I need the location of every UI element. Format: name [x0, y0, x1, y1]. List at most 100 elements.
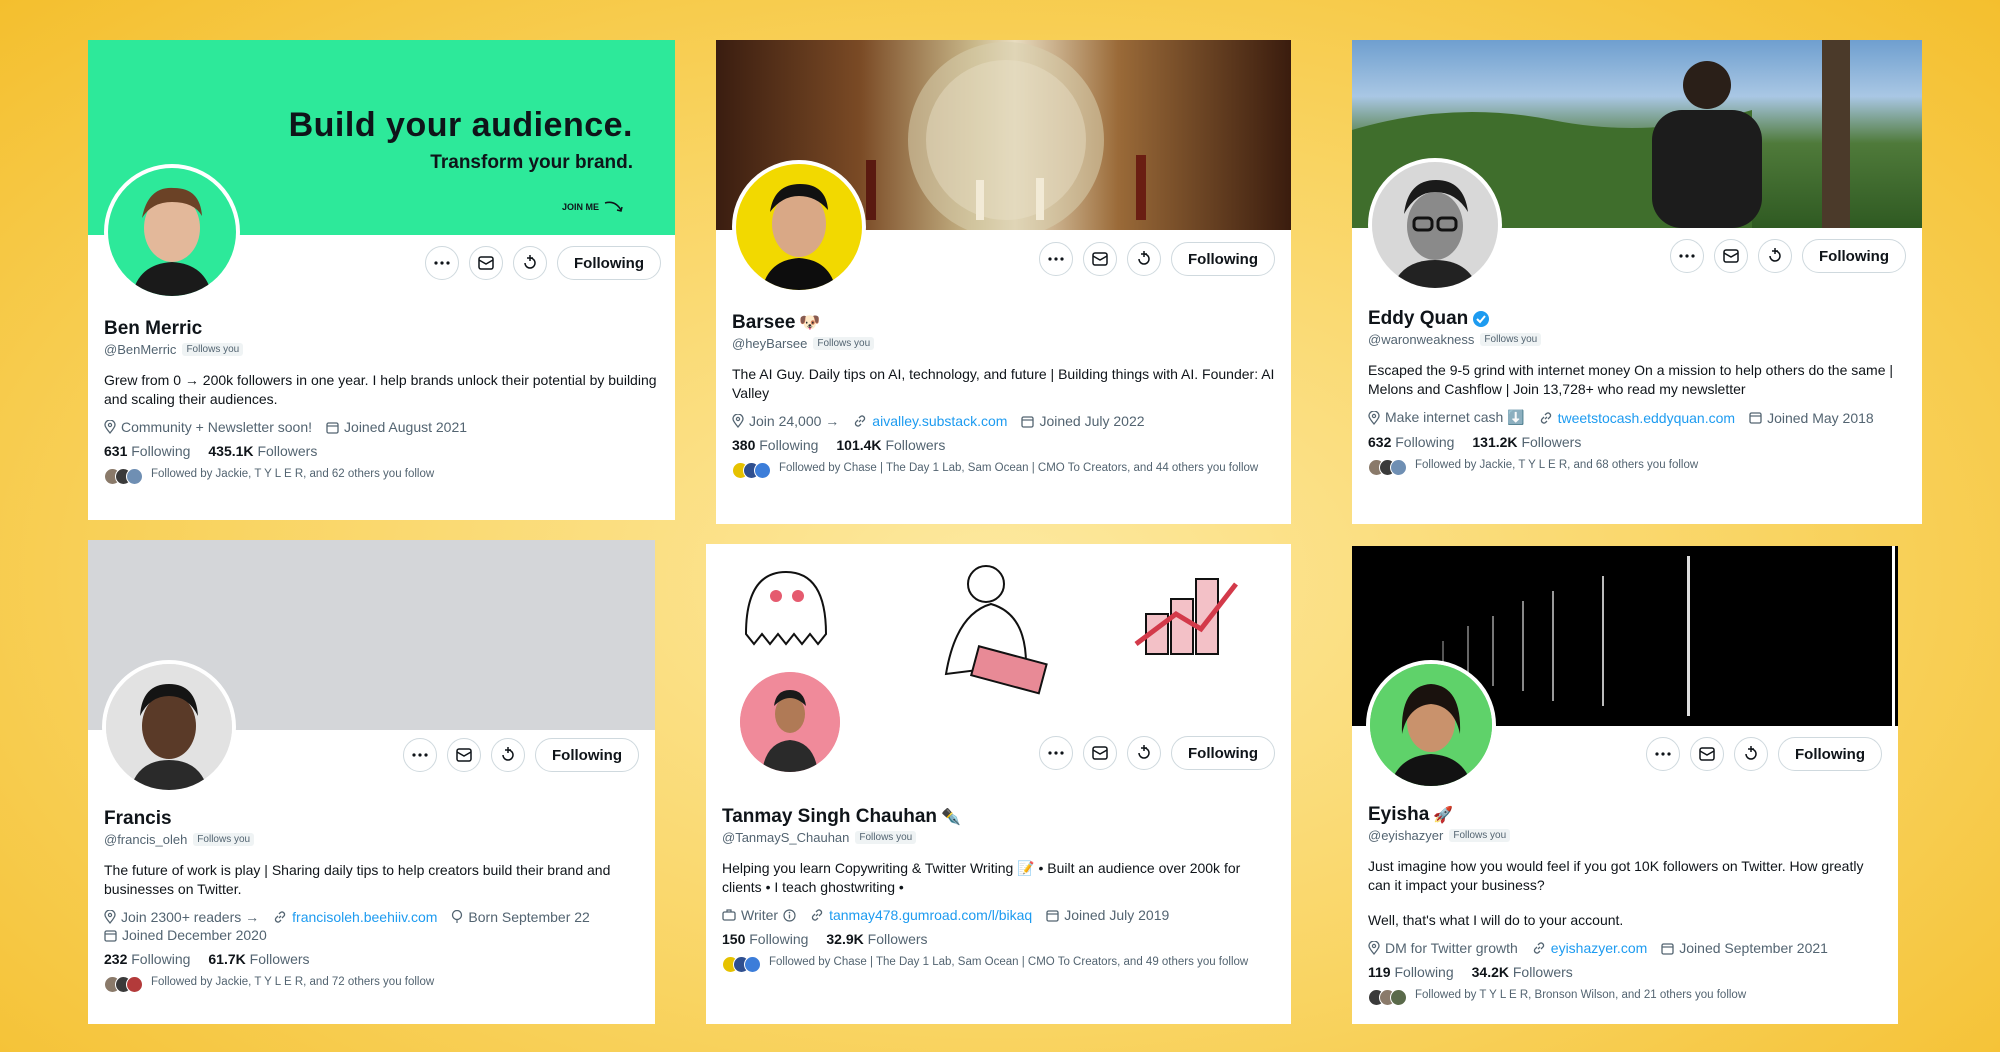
following-button[interactable]: Following [557, 246, 661, 280]
briefcase-icon [722, 909, 736, 921]
meta-website[interactable]: tweetstocash.eddyquan.com [1539, 409, 1735, 426]
more-button[interactable] [1039, 242, 1074, 276]
message-button[interactable] [469, 246, 504, 280]
meta-website[interactable]: tanmay478.gumroad.com/l/bikaq [810, 907, 1032, 923]
profile-body: Eyisha 🚀 @eyishazyer Follows you Just imag… [1368, 804, 1882, 1006]
info-icon[interactable] [783, 908, 796, 922]
follow-stats: 632 Following 131.2K Followers [1368, 434, 1906, 450]
profile-actions: Following [403, 738, 639, 772]
message-button[interactable] [1083, 736, 1118, 770]
following-stat[interactable]: 232 Following [104, 951, 190, 967]
link-icon [855, 415, 866, 427]
handle[interactable]: @heyBarsee [732, 336, 807, 351]
avatar[interactable] [1366, 660, 1496, 790]
following-button[interactable]: Following [1778, 737, 1882, 771]
meta-joined: Joined August 2021 [326, 419, 467, 435]
message-icon [456, 748, 472, 762]
following-stat[interactable]: 631 Following [104, 443, 190, 459]
subscribe-button[interactable] [1758, 239, 1793, 273]
followed-by[interactable]: Followed by Chase | The Day 1 Lab, Sam O… [722, 955, 1275, 973]
more-button[interactable] [403, 738, 438, 772]
profile-body: Barsee 🐶 @heyBarsee Follows you The AI Guy… [732, 312, 1275, 479]
handle[interactable]: @waronweakness [1368, 332, 1474, 347]
following-stat[interactable]: 150 Following [722, 931, 808, 947]
followed-by[interactable]: Followed by Jackie, T Y L E R, and 68 ot… [1368, 458, 1906, 476]
calendar-icon [1749, 412, 1762, 424]
following-button[interactable]: Following [1171, 242, 1275, 276]
profile-card-tanmay: Following Tanmay Singh Chauhan ✒️ @Tanmay… [706, 544, 1291, 1024]
dog-emoji-icon: 🐶 [799, 313, 821, 332]
calendar-icon [1021, 415, 1035, 428]
banner-cta: JOIN ME [562, 200, 625, 214]
message-button[interactable] [447, 738, 482, 772]
avatar[interactable] [732, 160, 866, 294]
display-name: Barsee 🐶 [732, 312, 821, 333]
bio: Just imagine how you would feel if you g… [1368, 858, 1864, 893]
handle[interactable]: @francis_oleh [104, 832, 187, 847]
location-pin-icon [104, 910, 116, 924]
banner-title: Build your audience. [288, 106, 633, 144]
subscribe-button[interactable] [491, 738, 526, 772]
handle[interactable]: @eyishazyer [1368, 828, 1443, 843]
subscribe-button[interactable] [1127, 242, 1162, 276]
avatar[interactable] [736, 668, 844, 776]
follower-avatars [722, 956, 761, 973]
avatar[interactable] [1368, 158, 1502, 292]
followed-by[interactable]: Followed by Chase | The Day 1 Lab, Sam O… [732, 461, 1275, 479]
avatar-portrait [106, 664, 232, 790]
calendar-icon [326, 421, 339, 434]
follow-stats: 232 Following 61.7K Followers [104, 951, 639, 967]
followers-stat[interactable]: 101.4K Followers [836, 437, 945, 453]
meta-website[interactable]: aivalley.substack.com [853, 413, 1007, 429]
meta-website[interactable]: francisoleh.beehiiv.com [273, 909, 437, 925]
more-button[interactable] [425, 246, 460, 280]
subscribe-icon [1745, 746, 1757, 760]
message-button[interactable] [1714, 239, 1749, 273]
followers-stat[interactable]: 34.2K Followers [1472, 964, 1573, 980]
followers-stat[interactable]: 131.2K Followers [1472, 434, 1581, 450]
link-icon [275, 911, 286, 923]
meta-location: Community + Newsletter soon! [104, 419, 312, 435]
display-name: Eddy Quan [1368, 308, 1906, 330]
profile-body: Francis @francis_oleh Follows you The fut… [104, 808, 639, 993]
more-button[interactable] [1039, 736, 1074, 770]
subscribe-icon [524, 255, 536, 269]
message-button[interactable] [1083, 242, 1118, 276]
subscribe-button[interactable] [513, 246, 548, 280]
more-button[interactable] [1646, 737, 1681, 771]
followers-stat[interactable]: 435.1K Followers [208, 443, 317, 459]
profile-actions: Following [1039, 736, 1275, 770]
follower-avatars [104, 976, 143, 993]
handle[interactable]: @BenMerric [104, 342, 176, 357]
display-name: Tanmay Singh Chauhan ✒️ [722, 806, 961, 827]
following-stat[interactable]: 632 Following [1368, 434, 1454, 450]
followed-by[interactable]: Followed by Jackie, T Y L E R, and 72 ot… [104, 975, 639, 993]
meta-location: Join 24,000 → [732, 413, 839, 429]
following-stat[interactable]: 380 Following [732, 437, 818, 453]
following-button[interactable]: Following [1802, 239, 1906, 273]
follower-avatars [732, 462, 771, 479]
followed-by[interactable]: Followed by T Y L E R, Bronson Wilson, a… [1368, 988, 1882, 1006]
profile-meta: Writer tanmay478.gumroad.com/l/bikaq Joi… [722, 907, 1275, 923]
bio: Grew from 0 → 200k followers in one year… [104, 372, 657, 407]
avatar[interactable] [102, 660, 236, 794]
subscribe-button[interactable] [1127, 736, 1162, 770]
display-name: Ben Merric [104, 318, 203, 339]
following-stat[interactable]: 119 Following [1368, 964, 1454, 980]
subscribe-button[interactable] [1734, 737, 1769, 771]
bio-second-paragraph: Well, that's what I will do to your acco… [1368, 912, 1624, 928]
followers-stat[interactable]: 61.7K Followers [208, 951, 309, 967]
handle[interactable]: @TanmayS_Chauhan [722, 830, 849, 845]
followed-by[interactable]: Followed by Jackie, T Y L E R, and 62 ot… [104, 467, 659, 485]
message-button[interactable] [1690, 737, 1725, 771]
avatar[interactable] [104, 164, 240, 300]
following-button[interactable]: Following [535, 738, 639, 772]
meta-website[interactable]: eyishazyer.com [1532, 940, 1647, 956]
link-icon [1540, 411, 1551, 424]
more-button[interactable] [1670, 239, 1705, 273]
meta-joined: Joined September 2021 [1661, 940, 1828, 956]
location-pin-icon [1368, 941, 1380, 955]
followers-stat[interactable]: 32.9K Followers [826, 931, 927, 947]
following-button[interactable]: Following [1171, 736, 1275, 770]
calendar-icon [1661, 942, 1674, 955]
